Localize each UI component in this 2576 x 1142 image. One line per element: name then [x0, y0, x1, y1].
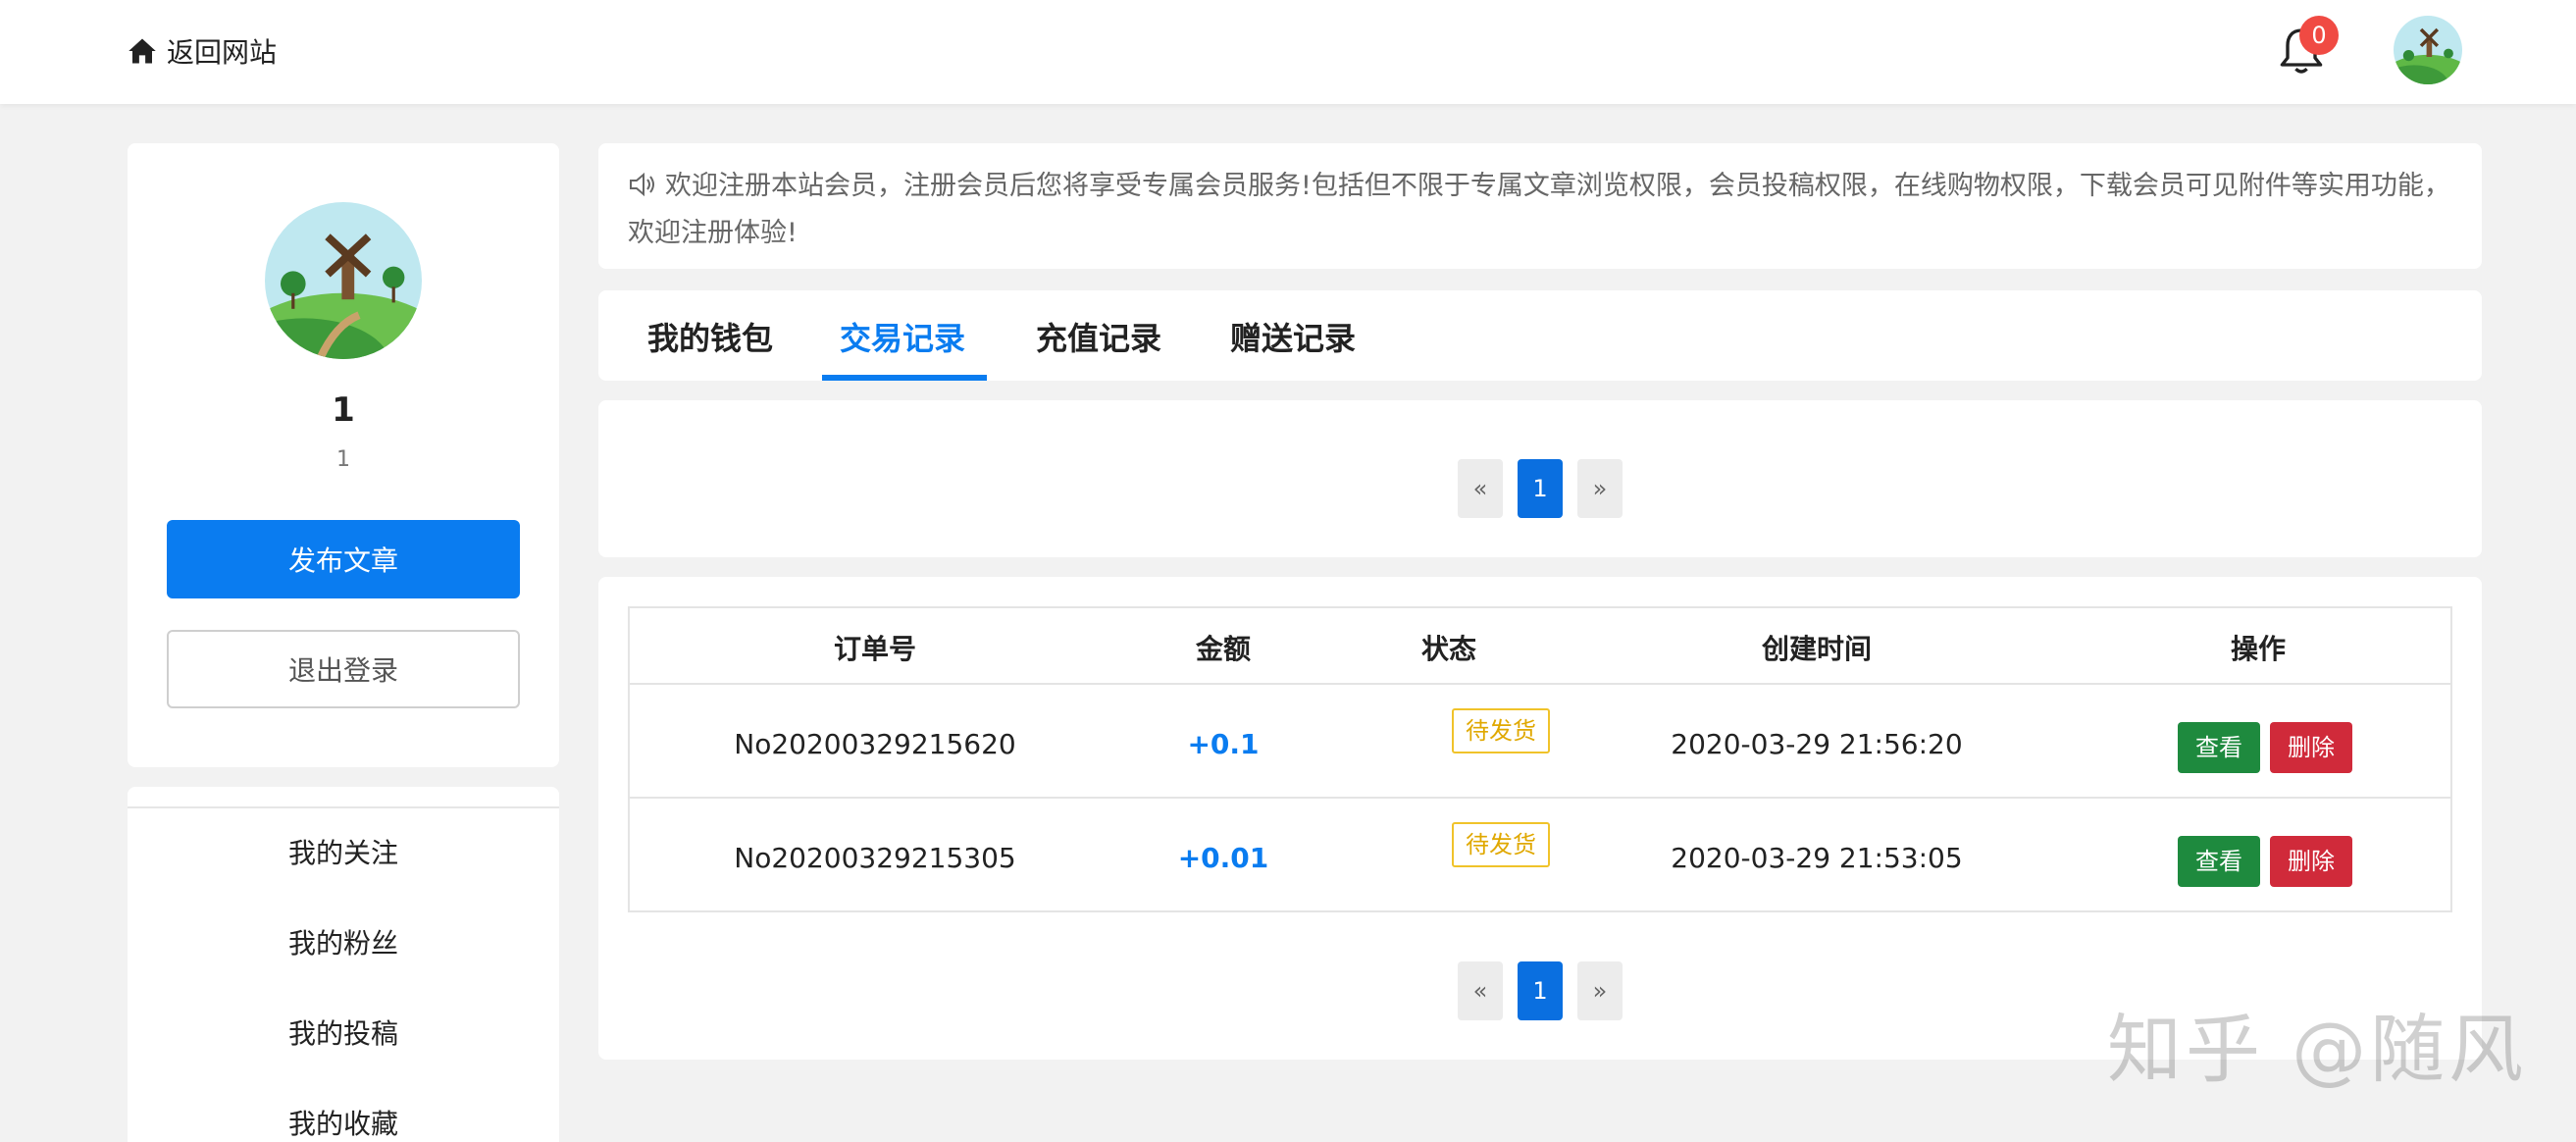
- avatar-landscape-icon: [265, 202, 422, 359]
- transactions-table: 订单号 金额 状态 创建时间 操作 No20200329215620 +0.1 …: [628, 606, 2452, 912]
- menu-item-favorites[interactable]: 我的收藏: [128, 1103, 559, 1142]
- table-row: No20200329215620 +0.1 待发货 2020-03-29 21:…: [630, 685, 2450, 799]
- amount: +0.01: [1177, 842, 1269, 874]
- header-amount: 金额: [1195, 633, 1251, 665]
- notice-text: 欢迎注册本站会员，注册会员后您将享受专属会员服务!包括但不限于专属文章浏览权限，…: [628, 171, 2450, 248]
- created-time: 2020-03-29 21:53:05: [1671, 842, 1963, 874]
- prev-page-button[interactable]: «: [1458, 961, 1503, 1020]
- profile-card: 1 1 发布文章 退出登录: [128, 143, 559, 767]
- speaker-icon: [630, 172, 654, 197]
- created-time: 2020-03-29 21:56:20: [1671, 728, 1963, 760]
- user-menu: 我的关注 我的粉丝 我的投稿 我的收藏: [128, 787, 559, 1142]
- tabs-bar: 我的钱包 交易记录 充值记录 赠送记录: [598, 290, 2482, 381]
- order-number: No20200329215620: [734, 728, 1016, 760]
- order-number: No20200329215305: [734, 842, 1016, 874]
- next-page-button[interactable]: »: [1577, 961, 1623, 1020]
- next-page-button[interactable]: »: [1577, 459, 1623, 518]
- menu-item-submissions[interactable]: 我的投稿: [128, 1012, 559, 1052]
- header-actions: 操作: [2230, 633, 2286, 665]
- back-to-site-link[interactable]: 返回网站: [128, 31, 277, 71]
- table-row: No20200329215305 +0.01 待发货 2020-03-29 21…: [630, 799, 2450, 912]
- menu-item-fans[interactable]: 我的粉丝: [128, 922, 559, 961]
- notification-badge: 0: [2299, 16, 2339, 55]
- header-created-time: 创建时间: [1761, 633, 1872, 665]
- tab-recharge[interactable]: 充值记录: [1036, 314, 1161, 359]
- view-button[interactable]: 查看: [2178, 722, 2260, 773]
- active-tab-indicator: [822, 375, 987, 381]
- status-badge: 待发货: [1452, 822, 1550, 867]
- logout-button[interactable]: 退出登录: [167, 630, 520, 708]
- avatar-landscape-icon: [2394, 16, 2462, 84]
- delete-button[interactable]: 删除: [2270, 722, 2352, 773]
- notice-banner: 欢迎注册本站会员，注册会员后您将享受专属会员服务!包括但不限于专属文章浏览权限，…: [598, 143, 2482, 269]
- tab-wallet[interactable]: 我的钱包: [647, 314, 773, 359]
- home-icon: [129, 38, 156, 64]
- tab-gifts[interactable]: 赠送记录: [1230, 314, 1356, 359]
- menu-item-following[interactable]: 我的关注: [128, 832, 559, 871]
- amount: +0.1: [1187, 728, 1260, 760]
- delete-button[interactable]: 删除: [2270, 836, 2352, 887]
- user-avatar[interactable]: [2394, 16, 2462, 84]
- menu-divider: [128, 806, 559, 808]
- status-badge: 待发货: [1452, 708, 1550, 753]
- publish-article-button[interactable]: 发布文章: [167, 520, 520, 598]
- back-to-site-label: 返回网站: [167, 36, 278, 69]
- pagination-card: « 1 »: [598, 400, 2482, 557]
- profile-name: 1: [332, 390, 355, 430]
- prev-page-button[interactable]: «: [1458, 459, 1503, 518]
- header-status: 状态: [1420, 633, 1476, 665]
- watermark: 知乎 @随风: [2107, 1006, 2528, 1093]
- header-order: 订单号: [833, 633, 916, 665]
- current-page-button[interactable]: 1: [1518, 961, 1563, 1020]
- top-bar: 返回网站 0: [0, 0, 2576, 104]
- current-page-button[interactable]: 1: [1518, 459, 1563, 518]
- profile-subtitle: 1: [336, 447, 350, 472]
- view-button[interactable]: 查看: [2178, 836, 2260, 887]
- table-header: 订单号 金额 状态 创建时间 操作: [630, 608, 2450, 685]
- tab-transactions[interactable]: 交易记录: [840, 314, 965, 359]
- profile-avatar: [265, 202, 422, 359]
- transactions-card: 订单号 金额 状态 创建时间 操作 No20200329215620 +0.1 …: [598, 577, 2482, 1060]
